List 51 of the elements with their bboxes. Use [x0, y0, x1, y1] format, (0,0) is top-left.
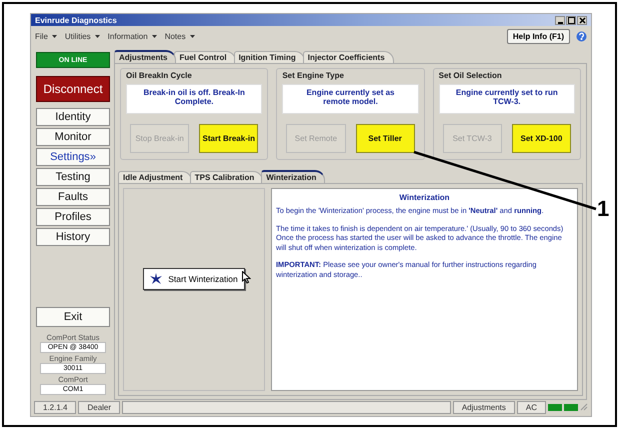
indicator-light	[548, 404, 562, 410]
exit-button[interactable]: Exit	[36, 307, 110, 327]
caret-icon	[152, 34, 157, 38]
status-message: Break-in oil is off. Break-In Complete.	[126, 84, 262, 114]
start-button[interactable]: Start Winterization	[143, 268, 245, 290]
tab[interactable]: Injector Coefficients	[302, 51, 394, 63]
action-button[interactable]: Start Break-in	[199, 124, 258, 153]
caret-icon	[94, 34, 100, 38]
cursor-icon	[242, 271, 251, 284]
menu-item[interactable]: Information	[108, 32, 157, 40]
group-title: Oil BreakIn Cycle	[126, 71, 193, 80]
tab[interactable]: Idle Adjustment	[118, 171, 192, 183]
nav-button[interactable]: Identity	[36, 108, 110, 126]
action-button[interactable]: Set XD-100	[512, 124, 571, 153]
nav-button[interactable]: Testing	[36, 168, 110, 186]
help-button[interactable]: Help Info (F1)	[506, 28, 570, 44]
caret-icon	[190, 34, 195, 38]
menu-item[interactable]: Utilities	[64, 32, 100, 40]
action-button[interactable]: Set Tiller	[356, 124, 415, 153]
panel-title: Winterization	[398, 193, 451, 202]
nav-button[interactable]: History	[36, 228, 110, 246]
nav-button[interactable]: Profiles	[36, 208, 110, 226]
minimize-icon[interactable]	[555, 16, 565, 24]
status-cell: Adjustments	[452, 400, 515, 414]
window-title: Evinrude Diagnostics	[35, 16, 117, 24]
status-cell: AC	[516, 400, 546, 414]
tab[interactable]: Fuel Control	[174, 51, 236, 63]
status-cell: Dealer	[78, 400, 120, 414]
status-message: Engine currently set to run TCW-3.	[438, 84, 575, 114]
disconnect-button[interactable]: Disconnect	[36, 76, 110, 102]
tab[interactable]: Adjustments	[114, 50, 176, 63]
resize-grip-icon	[580, 403, 588, 411]
caret-icon	[52, 34, 57, 38]
menu-item[interactable]: File	[35, 32, 57, 40]
indicator-light	[564, 404, 578, 410]
star-icon	[150, 272, 162, 284]
close-icon[interactable]	[577, 16, 587, 24]
status-cell: 1.2.1.4	[34, 400, 76, 414]
status-message: Engine currently set as remote model.	[282, 84, 419, 114]
nav-button[interactable]: Settings»	[36, 148, 110, 166]
tab[interactable]: TPS Calibration	[190, 171, 264, 183]
help-icon[interactable]	[576, 30, 587, 42]
maximize-icon[interactable]	[566, 16, 576, 24]
nav-button[interactable]: Faults	[36, 188, 110, 206]
menu-item[interactable]: Notes	[164, 32, 195, 40]
tab[interactable]: Winterization	[261, 170, 326, 183]
nav-button[interactable]: Monitor	[36, 128, 110, 146]
callout-number: 1	[597, 196, 610, 222]
group-title: Set Engine Type	[282, 71, 345, 80]
tab[interactable]: Ignition Timing	[234, 51, 305, 63]
group-title: Set Oil Selection	[438, 71, 503, 80]
